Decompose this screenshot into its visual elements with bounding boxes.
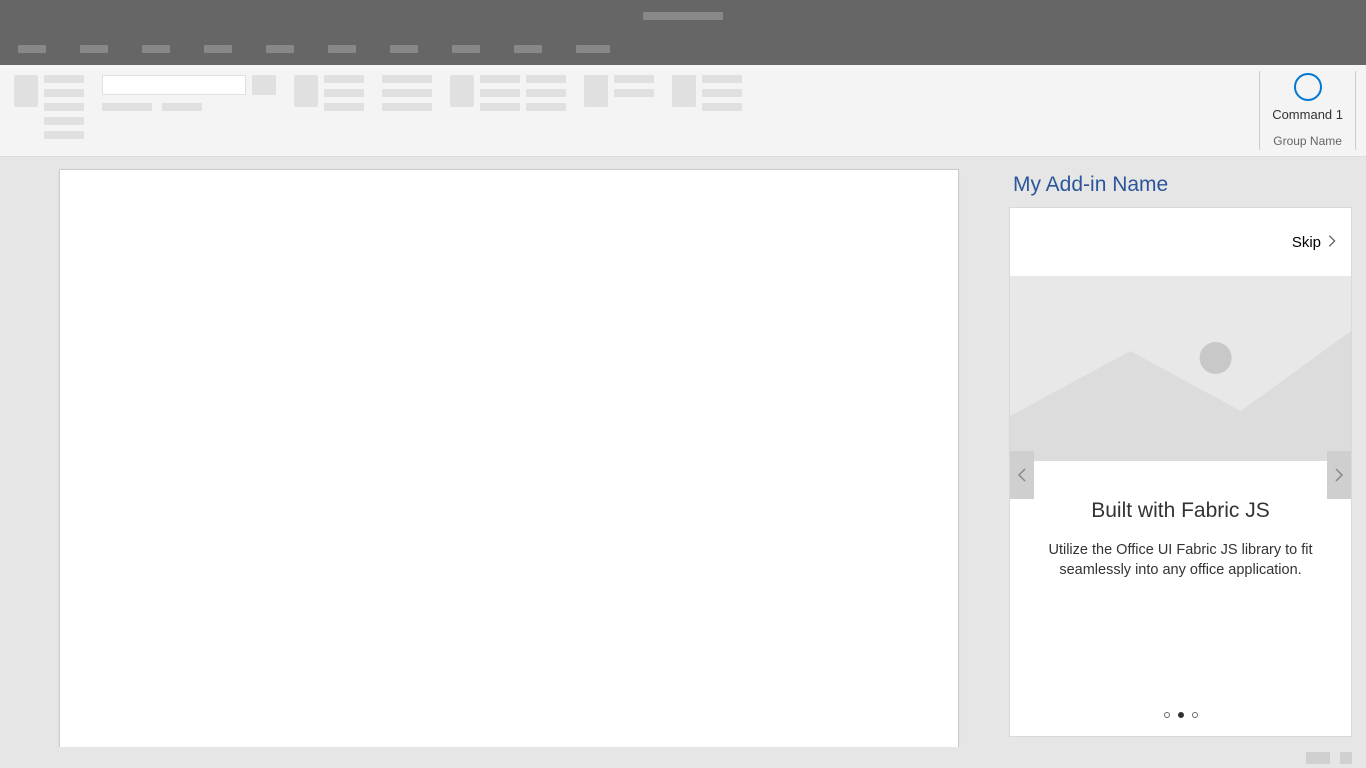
ribbon-tab-placeholder[interactable]: [266, 45, 294, 53]
title-placeholder: [643, 12, 723, 20]
carousel-prev-button[interactable]: [1010, 451, 1034, 499]
task-pane-title: My Add-in Name: [1013, 173, 1352, 197]
ribbon-tab-placeholder[interactable]: [390, 45, 418, 53]
status-bar: [0, 747, 1366, 768]
status-placeholder: [1340, 752, 1352, 764]
carousel-card: Skip Built with Fabric JS Utilize the: [1009, 207, 1352, 737]
carousel-dot-0[interactable]: [1164, 712, 1170, 718]
ribbon-controls-placeholder: [0, 65, 1259, 156]
carousel-dot-2[interactable]: [1192, 712, 1198, 718]
carousel-hero-image: [1010, 276, 1351, 461]
document-area: [0, 157, 1001, 747]
command-1-icon: [1294, 73, 1322, 101]
skip-button[interactable]: Skip: [1010, 208, 1351, 276]
ribbon-tab-placeholder[interactable]: [18, 45, 46, 53]
addin-task-pane: My Add-in Name Skip Built: [1001, 157, 1366, 747]
ribbon-group-name: Group Name: [1273, 134, 1342, 150]
chevron-right-icon: [1327, 234, 1337, 251]
workspace: My Add-in Name Skip Built: [0, 157, 1366, 747]
ribbon-tab-placeholder[interactable]: [514, 45, 542, 53]
ribbon-tab-strip: [0, 32, 1366, 65]
skip-label: Skip: [1292, 234, 1321, 251]
command-1-label: Command 1: [1272, 107, 1343, 122]
carousel-body: Built with Fabric JS Utilize the Office …: [1010, 461, 1351, 696]
ribbon: Command 1 Group Name: [0, 65, 1366, 157]
ribbon-tab-placeholder[interactable]: [142, 45, 170, 53]
carousel-text: Utilize the Office UI Fabric JS library …: [1038, 541, 1323, 580]
ribbon-tab-placeholder[interactable]: [452, 45, 480, 53]
ribbon-tab-placeholder[interactable]: [328, 45, 356, 53]
status-placeholder: [1306, 752, 1330, 764]
ribbon-tab-placeholder[interactable]: [80, 45, 108, 53]
ribbon-tab-placeholder[interactable]: [204, 45, 232, 53]
carousel-next-button[interactable]: [1327, 451, 1351, 499]
title-bar: [0, 0, 1366, 32]
ribbon-custom-group: Command 1 Group Name: [1259, 71, 1356, 150]
ribbon-tab-placeholder[interactable]: [576, 45, 610, 53]
carousel-heading: Built with Fabric JS: [1038, 499, 1323, 523]
document-page[interactable]: [59, 169, 959, 747]
carousel-dot-1[interactable]: [1178, 712, 1184, 718]
command-1-button[interactable]: Command 1: [1272, 71, 1343, 122]
carousel-dots: [1010, 696, 1351, 736]
